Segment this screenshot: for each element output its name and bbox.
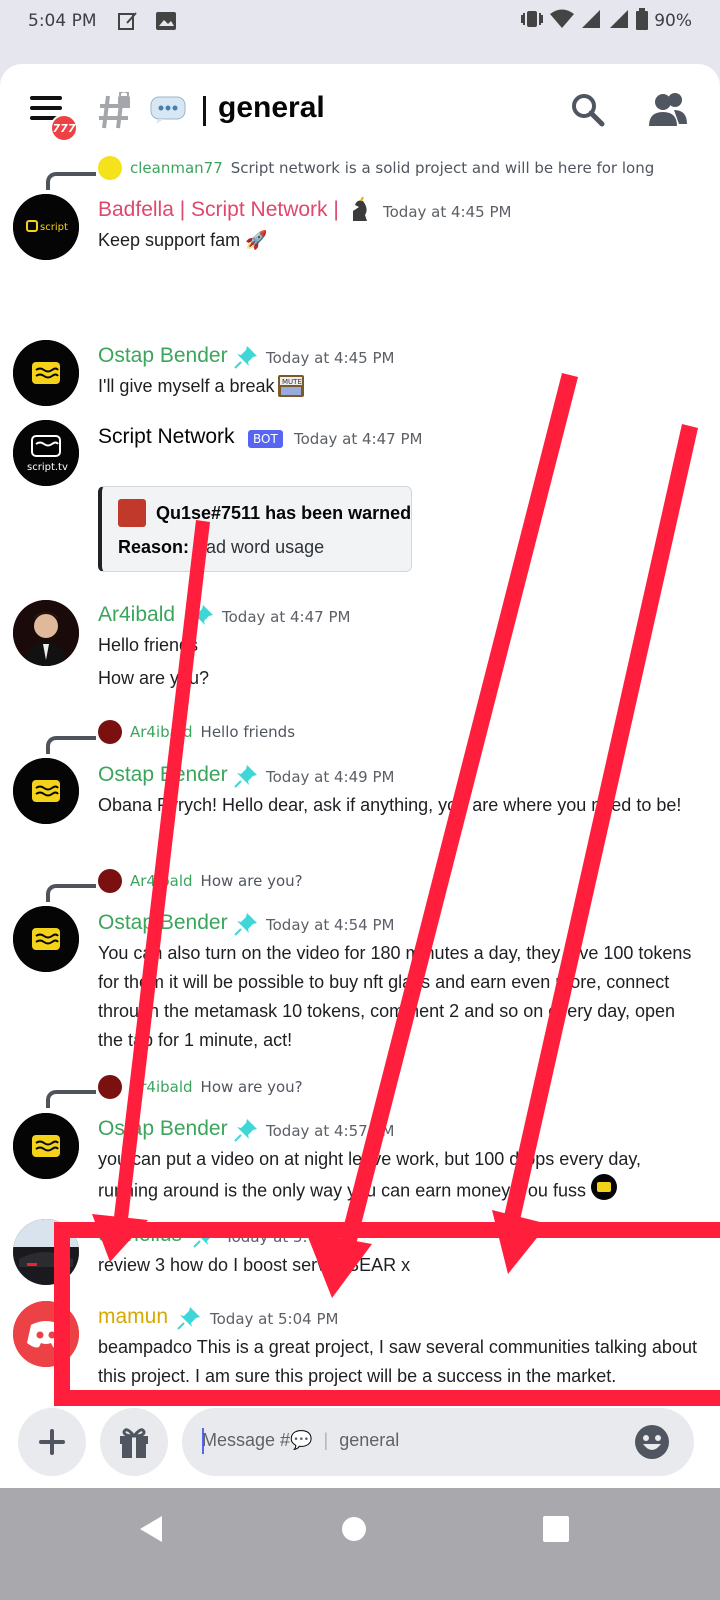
message-timestamp: Today at 4:45 PM (266, 349, 395, 367)
reply-text: How are you? (200, 1078, 303, 1096)
reply-preview[interactable]: cleanman77 Script network is a solid pro… (98, 156, 654, 180)
signal-icon (580, 9, 602, 34)
channel-header: 777 general (0, 64, 720, 156)
avatar[interactable] (13, 758, 79, 824)
notification-badge: 777 (50, 114, 78, 142)
embed-reason: Reason: Bad word usage (118, 537, 324, 558)
message-text: You can also turn on the video for 180 m… (98, 943, 692, 1050)
reply-connector (46, 172, 96, 190)
message-text: I'll give myself a break (98, 376, 275, 396)
svg-text:MUTE: MUTE (282, 378, 302, 386)
message-author[interactable]: Script Network (98, 425, 235, 449)
edit-notification-icon (117, 11, 139, 31)
pin-role-icon (189, 603, 215, 629)
reply-preview[interactable]: Ar4ibald Hello friends (98, 720, 295, 744)
reply-connector (46, 884, 96, 902)
reply-author: cleanman77 (130, 159, 223, 177)
mute-emoji-icon: MUTE (277, 372, 305, 400)
message-timestamp: Today at 4:57 PM (266, 1122, 395, 1140)
message-timestamp: Today at 4:45 PM (383, 203, 512, 221)
locked-channel-icon (96, 90, 136, 139)
warned-user-avatar (118, 499, 146, 527)
script-emoji-icon (590, 1174, 617, 1209)
reply-text: How are you? (200, 872, 303, 890)
embed-reason-label: Reason: (118, 537, 190, 557)
avatar[interactable]: script.tv (13, 420, 79, 486)
reply-author: Ar4ibald (130, 1078, 193, 1096)
reply-author: Ar4ibald (130, 872, 193, 890)
highlight-box (54, 1222, 720, 1406)
embed-reason-value: Bad word usage (194, 537, 325, 557)
reply-avatar (98, 1075, 122, 1099)
svg-text:script: script (40, 222, 68, 233)
message-text: you can put a video on at night leave wo… (98, 1145, 698, 1209)
message-text: Obana Pyrych! Hello dear, ask if anythin… (98, 795, 682, 815)
pin-role-icon (233, 911, 259, 937)
channel-title: general (218, 91, 325, 124)
avatar[interactable] (13, 1113, 79, 1179)
reply-text: Script network is a solid project and wi… (230, 159, 655, 177)
plus-icon (39, 1429, 65, 1455)
svg-text:script.tv: script.tv (27, 462, 68, 473)
reply-text: Hello friends (200, 723, 296, 741)
message-text-content: you can put a video on at night leave wo… (98, 1149, 642, 1201)
status-time: 5:04 PM (28, 11, 97, 31)
home-icon[interactable] (341, 1516, 367, 1546)
members-icon[interactable] (648, 92, 688, 128)
knight-emoji-icon (347, 196, 373, 223)
message-author[interactable]: Ostap Bender (98, 911, 228, 935)
message-timestamp: Today at 4:54 PM (266, 916, 395, 934)
reply-avatar (98, 156, 122, 180)
reply-avatar (98, 869, 122, 893)
search-icon[interactable] (570, 92, 606, 128)
reply-connector (46, 1090, 96, 1108)
message-author[interactable]: Ar4ibald (98, 603, 175, 627)
pin-role-icon (233, 1117, 259, 1143)
message-author[interactable]: Ostap Bender (98, 763, 228, 787)
message-input-placeholder: Message #💬 | general (202, 1430, 400, 1450)
message-timestamp: Today at 4:47 PM (294, 430, 423, 448)
message-author[interactable]: Badfella | Script Network | (98, 198, 339, 222)
message-text: Hello friends (98, 635, 199, 655)
avatar[interactable] (13, 600, 79, 666)
signal-icon-2 (608, 9, 630, 34)
recents-icon[interactable] (542, 1515, 570, 1547)
pin-role-icon (233, 344, 259, 370)
wifi-icon (550, 9, 575, 34)
avatar[interactable]: script (13, 194, 79, 260)
battery-percent: 90% (654, 11, 692, 31)
emoji-picker-icon[interactable] (634, 1424, 670, 1460)
gift-button[interactable] (100, 1408, 168, 1476)
image-notification-icon (155, 11, 177, 31)
message-author[interactable]: Ostap Bender (98, 344, 228, 368)
reply-preview[interactable]: Ar4ibald How are you? (98, 1075, 303, 1099)
message-input[interactable]: Message #💬 | general (182, 1408, 694, 1476)
reply-author: Ar4ibald (130, 723, 193, 741)
message-author[interactable]: Ostap Bender (98, 1117, 228, 1141)
message-text: How are you? (98, 668, 210, 688)
bot-tag: BOT (248, 430, 283, 448)
message-timestamp: Today at 4:49 PM (266, 768, 395, 786)
message-timestamp: Today at 4:47 PM (222, 608, 351, 626)
gift-icon (120, 1428, 148, 1458)
title-separator (203, 96, 206, 126)
back-icon[interactable] (136, 1514, 164, 1548)
moderation-embed: Qu1se#7511 has been warned Reason: Bad w… (98, 486, 412, 572)
embed-title: Qu1se#7511 has been warned (156, 503, 412, 523)
message-text: Keep support fam 🚀 (98, 230, 268, 250)
battery-icon (636, 7, 649, 35)
pin-role-icon (233, 763, 259, 789)
reply-avatar (98, 720, 122, 744)
status-bar: 5:04 PM 90% (0, 0, 720, 42)
speech-bubble-icon (150, 96, 186, 124)
reply-preview[interactable]: Ar4ibald How are you? (98, 869, 303, 893)
android-nav-bar (0, 1488, 720, 1600)
avatar[interactable] (13, 906, 79, 972)
vibrate-icon (520, 9, 544, 34)
add-attachment-button[interactable] (18, 1408, 86, 1476)
avatar[interactable] (13, 340, 79, 406)
reply-connector (46, 736, 96, 754)
